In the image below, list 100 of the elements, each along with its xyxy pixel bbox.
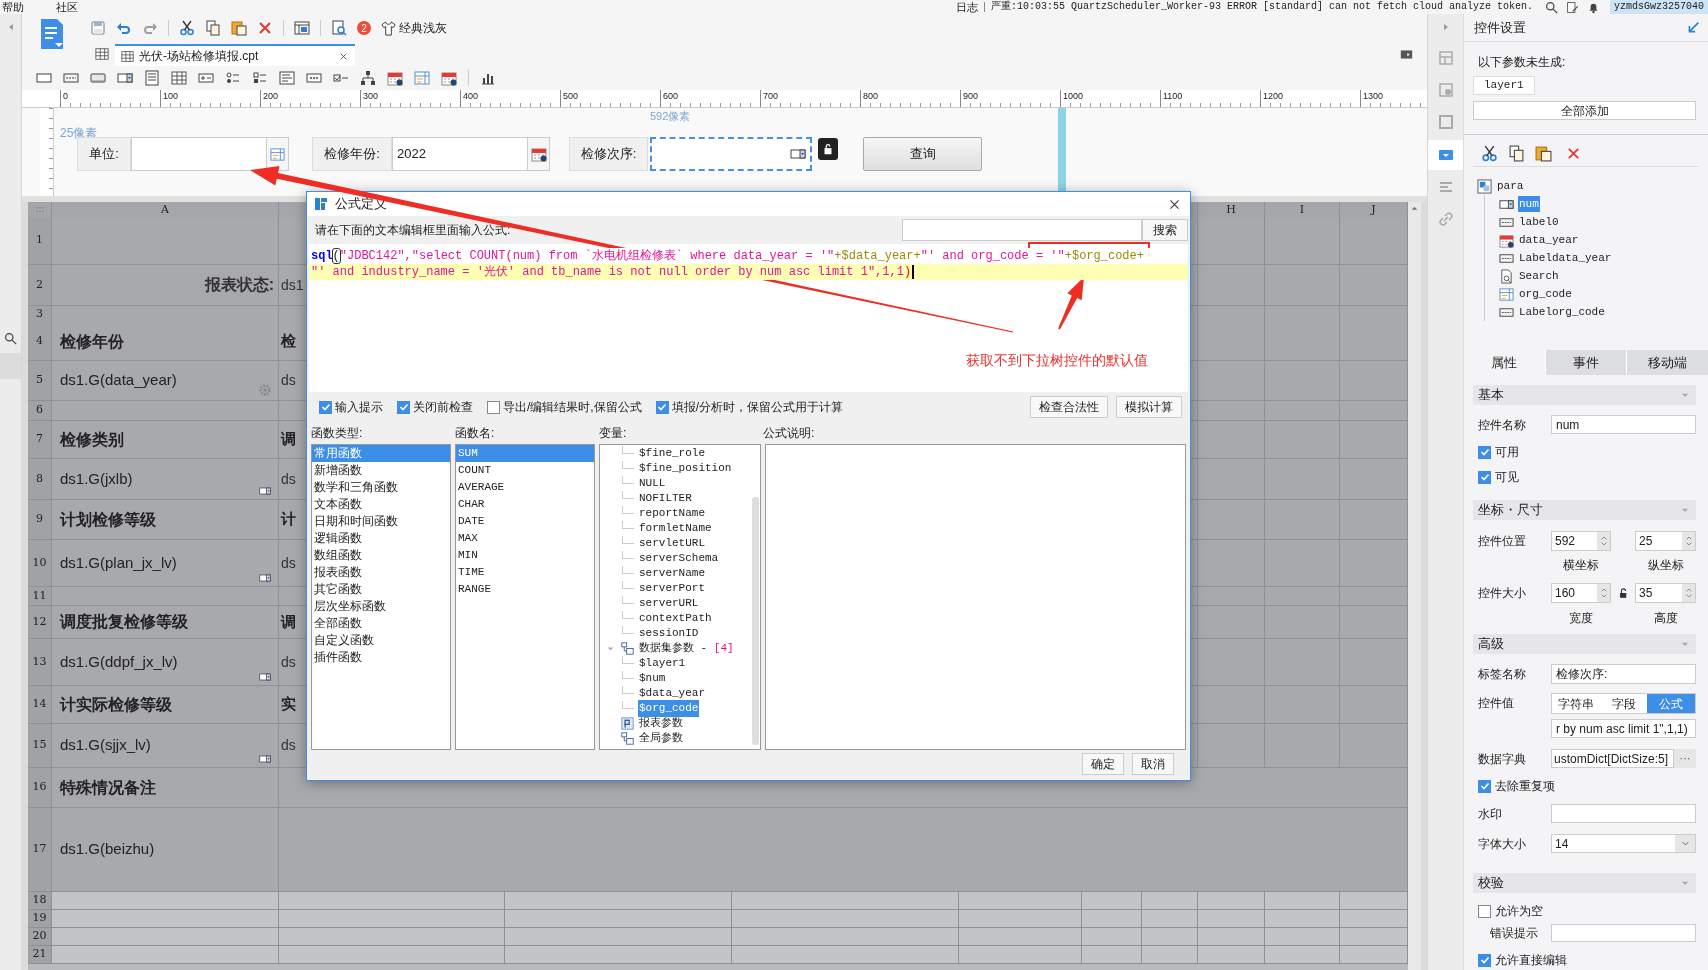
spinner-arrows-icon[interactable]: [1684, 587, 1693, 599]
list-icon[interactable]: [1437, 179, 1454, 195]
paste-icon[interactable]: [1535, 145, 1552, 162]
label-icon[interactable]: [63, 70, 79, 86]
delete-icon[interactable]: [1566, 146, 1581, 161]
log-link[interactable]: 日志: [955, 0, 978, 14]
row-header[interactable]: 17: [28, 808, 52, 892]
list-item[interactable]: 新增函数: [312, 462, 450, 479]
theme-button[interactable]: 经典浅灰: [381, 18, 447, 38]
checkbox[interactable]: [655, 400, 669, 414]
password-icon[interactable]: [306, 70, 322, 86]
cut-icon[interactable]: [1481, 145, 1498, 162]
formula-field[interactable]: r by num asc limit 1",1,1): [1551, 719, 1696, 738]
add-all-button[interactable]: 全部添加: [1473, 101, 1696, 120]
checkbox[interactable]: [319, 400, 332, 414]
tree-item[interactable]: Search: [1518, 267, 1560, 285]
dropdown-icon[interactable]: [258, 572, 272, 584]
paste-icon[interactable]: [231, 20, 247, 36]
number-field-icon[interactable]: [198, 70, 214, 86]
button-icon[interactable]: [90, 70, 106, 86]
layout-icon[interactable]: [1437, 50, 1454, 66]
watermark-field[interactable]: [1551, 804, 1696, 823]
check-validity-button[interactable]: 检查合法性: [1030, 396, 1108, 418]
tree-item[interactable]: $fine_position: [638, 460, 733, 477]
tree-item[interactable]: serverURL: [638, 595, 700, 612]
tree-item[interactable]: NULL: [638, 475, 667, 492]
spinner-arrows-icon[interactable]: [1599, 535, 1608, 547]
text-field-icon[interactable]: [36, 70, 52, 86]
row-header[interactable]: 4: [28, 323, 52, 361]
cut-icon[interactable]: [179, 20, 195, 36]
tree-item[interactable]: org_code: [1518, 285, 1573, 303]
tree-item[interactable]: label0: [1518, 213, 1560, 231]
tree-item[interactable]: 报表参数: [638, 715, 684, 732]
spinner-arrows-icon[interactable]: [1684, 535, 1693, 547]
search-field[interactable]: [902, 219, 1142, 241]
checkbox[interactable]: [487, 400, 500, 414]
table-icon[interactable]: [171, 70, 187, 86]
preview-icon[interactable]: [331, 20, 347, 36]
template-icon[interactable]: [294, 20, 310, 36]
checkbox[interactable]: [1478, 779, 1491, 793]
row-header[interactable]: 13: [28, 639, 52, 686]
date-range-icon[interactable]: [441, 70, 457, 86]
checkbox[interactable]: [1478, 904, 1491, 918]
row-header[interactable]: 8: [28, 459, 52, 500]
user-name[interactable]: yzmdsGwz3257040: [1610, 0, 1708, 14]
lock-icon[interactable]: [818, 138, 838, 160]
spinner-arrows-icon[interactable]: [1599, 587, 1608, 599]
row-header[interactable]: 19: [28, 910, 52, 928]
dropdown-icon[interactable]: [258, 753, 272, 765]
file-tab[interactable]: 光伏-场站检修填报.cpt: [115, 44, 355, 66]
calendar-icon[interactable]: [530, 146, 547, 162]
collapse-arrow-icon[interactable]: [1687, 21, 1700, 34]
checkbox-group-icon[interactable]: [252, 70, 268, 86]
tree-item[interactable]: serverName: [638, 565, 706, 582]
delete-icon[interactable]: [257, 20, 273, 36]
row-header[interactable]: 11: [28, 587, 52, 606]
cancel-button[interactable]: 取消: [1132, 753, 1174, 775]
row-header[interactable]: 6: [28, 401, 52, 421]
date-field[interactable]: 2022: [392, 137, 550, 171]
list-item[interactable]: 报表函数: [312, 564, 450, 581]
report-logo-icon[interactable]: [39, 18, 65, 50]
tree-icon[interactable]: [360, 70, 376, 86]
tree-item[interactable]: Labelorg_code: [1518, 303, 1606, 321]
list-item[interactable]: 数组函数: [312, 547, 450, 564]
frame-icon[interactable]: [1437, 114, 1454, 130]
sheet-icon[interactable]: [95, 47, 109, 61]
vertical-scrollbar[interactable]: [1408, 202, 1421, 970]
tree-select-field[interactable]: [131, 137, 289, 171]
row-header[interactable]: 2: [28, 265, 52, 306]
tree-item[interactable]: NOFILTER: [638, 490, 693, 507]
dropdown-icon[interactable]: [258, 671, 272, 683]
label-name-field[interactable]: 检修次序:: [1551, 664, 1696, 684]
scrollbar-thumb[interactable]: [752, 497, 759, 745]
tree-select-icon[interactable]: [414, 70, 430, 86]
menu-item[interactable]: 帮助: [2, 0, 24, 14]
value-mode-switch[interactable]: 字符串 字段 公式: [1551, 693, 1696, 714]
simulate-button[interactable]: 模拟计算: [1116, 396, 1182, 418]
redo-icon[interactable]: [142, 20, 158, 36]
ok-button[interactable]: 确定: [1082, 753, 1124, 775]
checkbox[interactable]: [1478, 470, 1491, 484]
name-field[interactable]: num: [1551, 415, 1696, 434]
list-icon[interactable]: [144, 70, 160, 86]
checkbox[interactable]: [1478, 445, 1491, 459]
row-header[interactable]: 16: [28, 768, 52, 808]
search-icon[interactable]: [4, 332, 17, 345]
tree-item[interactable]: serverSchema: [638, 550, 720, 567]
tree-item[interactable]: $data_year: [638, 685, 706, 702]
checkbox[interactable]: [397, 400, 410, 414]
tree-item[interactable]: data_year: [1518, 231, 1580, 249]
dropdown-icon[interactable]: [258, 485, 272, 497]
radio-group-icon[interactable]: [225, 70, 241, 86]
tree-item[interactable]: 全局参数: [638, 730, 684, 747]
row-header[interactable]: 14: [28, 686, 52, 724]
date-icon[interactable]: [387, 70, 403, 86]
list-item[interactable]: 全部函数: [312, 615, 450, 632]
mode-tab[interactable]: 字段: [1599, 694, 1648, 713]
tree-item[interactable]: reportName: [638, 505, 706, 522]
list-item[interactable]: 数学和三角函数: [312, 479, 450, 496]
tree-item[interactable]: serverPort: [638, 580, 706, 597]
copy-icon[interactable]: [205, 20, 221, 36]
